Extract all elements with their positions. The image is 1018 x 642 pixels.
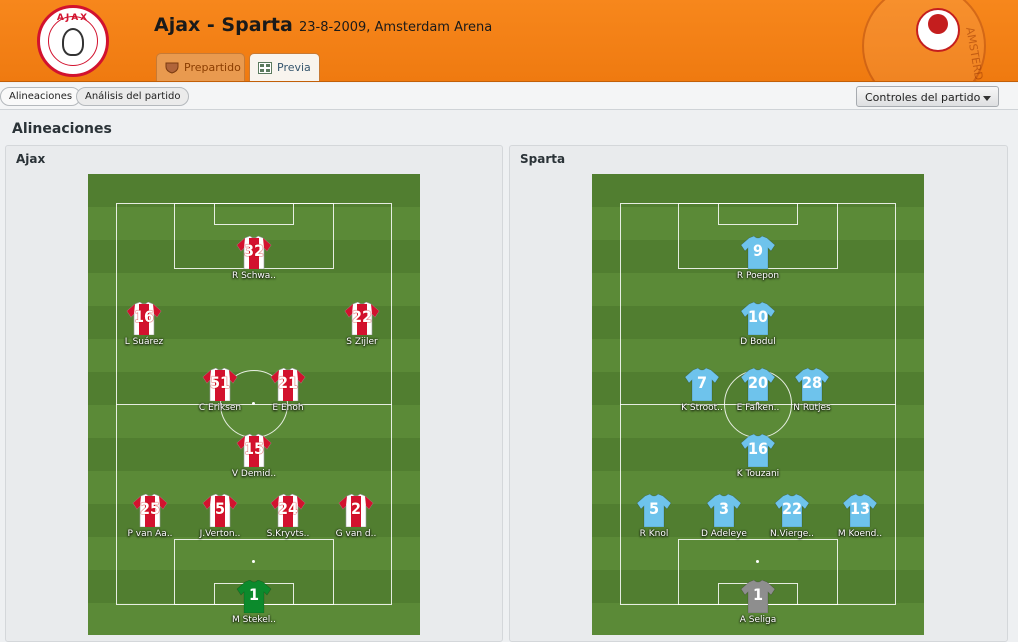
shirt-number: 16: [133, 307, 155, 326]
player-name: L Suárez: [124, 337, 164, 347]
player-marker[interactable]: 21 E Enoh: [243, 368, 333, 416]
shirt-number: 9: [752, 241, 763, 260]
player-marker[interactable]: 22 S Zijler: [317, 302, 407, 350]
shirt-number: 21: [277, 373, 299, 392]
player-name: A Seliga: [739, 615, 777, 625]
shirt-number: 10: [747, 307, 769, 326]
shirt-number: 32: [243, 241, 265, 260]
player-name: S Zijler: [346, 337, 378, 347]
player-name: K Touzani: [736, 469, 780, 479]
shirt-number: 28: [801, 373, 823, 392]
away-lineup-panel: Sparta 9R Poepon 10 D Bodul 7 K Stroot.. 20 E …: [509, 145, 1008, 642]
shirt-number: 15: [243, 439, 265, 458]
shirt-number: 22: [351, 307, 373, 326]
tab-prepartido[interactable]: Prepartido: [156, 53, 245, 81]
match-controls-label: Controles del partido: [865, 91, 981, 104]
tab-label: Previa: [277, 61, 311, 74]
match-title: Ajax - Sparta: [154, 14, 293, 36]
match-controls-dropdown[interactable]: Controles del partido: [856, 86, 999, 107]
shirt-number: 5: [648, 499, 659, 518]
player-name: M Koend..: [837, 529, 883, 539]
tab-previa[interactable]: Previa: [249, 53, 320, 81]
subnav-analisis[interactable]: Análisis del partido: [76, 87, 190, 106]
player-name: N Rutjes: [793, 403, 831, 413]
ajax-logo: AJAX: [37, 5, 109, 77]
player-name: E Enoh: [272, 403, 304, 413]
player-marker[interactable]: 13 M Koend..: [815, 494, 905, 542]
subnav-bar: Alineaciones Análisis del partido Contro…: [0, 83, 1018, 110]
lineup-icon: [258, 62, 272, 74]
tab-label: Prepartido: [184, 61, 241, 74]
player-name: R Poepon: [736, 271, 780, 281]
player-name: V Demid..: [231, 469, 277, 479]
player-marker[interactable]: 9 R Poepon: [713, 236, 803, 284]
player-name: D Bodul: [740, 337, 776, 347]
shield-icon: [165, 62, 179, 74]
away-team-name: Sparta: [520, 152, 566, 166]
shirt-number: 5: [214, 499, 225, 518]
player-marker[interactable]: 1 M Stekel..: [209, 580, 299, 628]
player-marker[interactable]: 15 V Demid..: [209, 434, 299, 482]
player-marker[interactable]: 16 L Suárez: [99, 302, 189, 350]
shirt-number: 22: [781, 499, 803, 518]
player-marker[interactable]: 1 A Seliga: [713, 580, 803, 628]
player-marker[interactable]: 28 N Rutjes: [767, 368, 857, 416]
home-lineup-panel: Ajax 32 R Schwa.. 16 L Suárez 22 S Zijler 51 C …: [5, 145, 503, 642]
shirt-number: 24: [277, 499, 299, 518]
player-marker[interactable]: 16 K Touzani: [713, 434, 803, 482]
subnav-alineaciones[interactable]: Alineaciones: [0, 87, 82, 106]
shirt-number: 16: [747, 439, 769, 458]
player-name: G van d..: [335, 529, 377, 539]
chevron-down-icon: [983, 96, 991, 101]
shirt-number: 3: [718, 499, 729, 518]
player-marker[interactable]: 10 D Bodul: [713, 302, 803, 350]
shirt-number: 1: [752, 585, 763, 604]
player-name: M Stekel..: [231, 615, 277, 625]
shirt-number: 1: [248, 585, 259, 604]
home-pitch: 32 R Schwa.. 16 L Suárez 22 S Zijler 51 C Eriks…: [88, 174, 420, 635]
shirt-number: 51: [209, 373, 231, 392]
match-header: AJAX Ajax - Sparta 23-8-2009, Amsterdam …: [0, 0, 1018, 82]
away-pitch: 9R Poepon 10 D Bodul 7 K Stroot.. 20 E Falken.…: [592, 174, 924, 635]
shirt-number: 2: [350, 499, 361, 518]
watermark-text: AMSTERDAM: [963, 26, 989, 82]
shirt-number: 13: [849, 499, 871, 518]
page-title: Alineaciones: [12, 121, 112, 137]
player-name: R Schwa..: [231, 271, 277, 281]
player-marker[interactable]: 32 R Schwa..: [209, 236, 299, 284]
home-team-name: Ajax: [16, 152, 46, 166]
match-date-venue: 23-8-2009, Amsterdam Arena: [299, 20, 493, 35]
sparta-logo: AMSTERDAM: [862, 0, 989, 82]
player-marker[interactable]: 2 G van d..: [311, 494, 401, 542]
shirt-number: 25: [139, 499, 161, 518]
